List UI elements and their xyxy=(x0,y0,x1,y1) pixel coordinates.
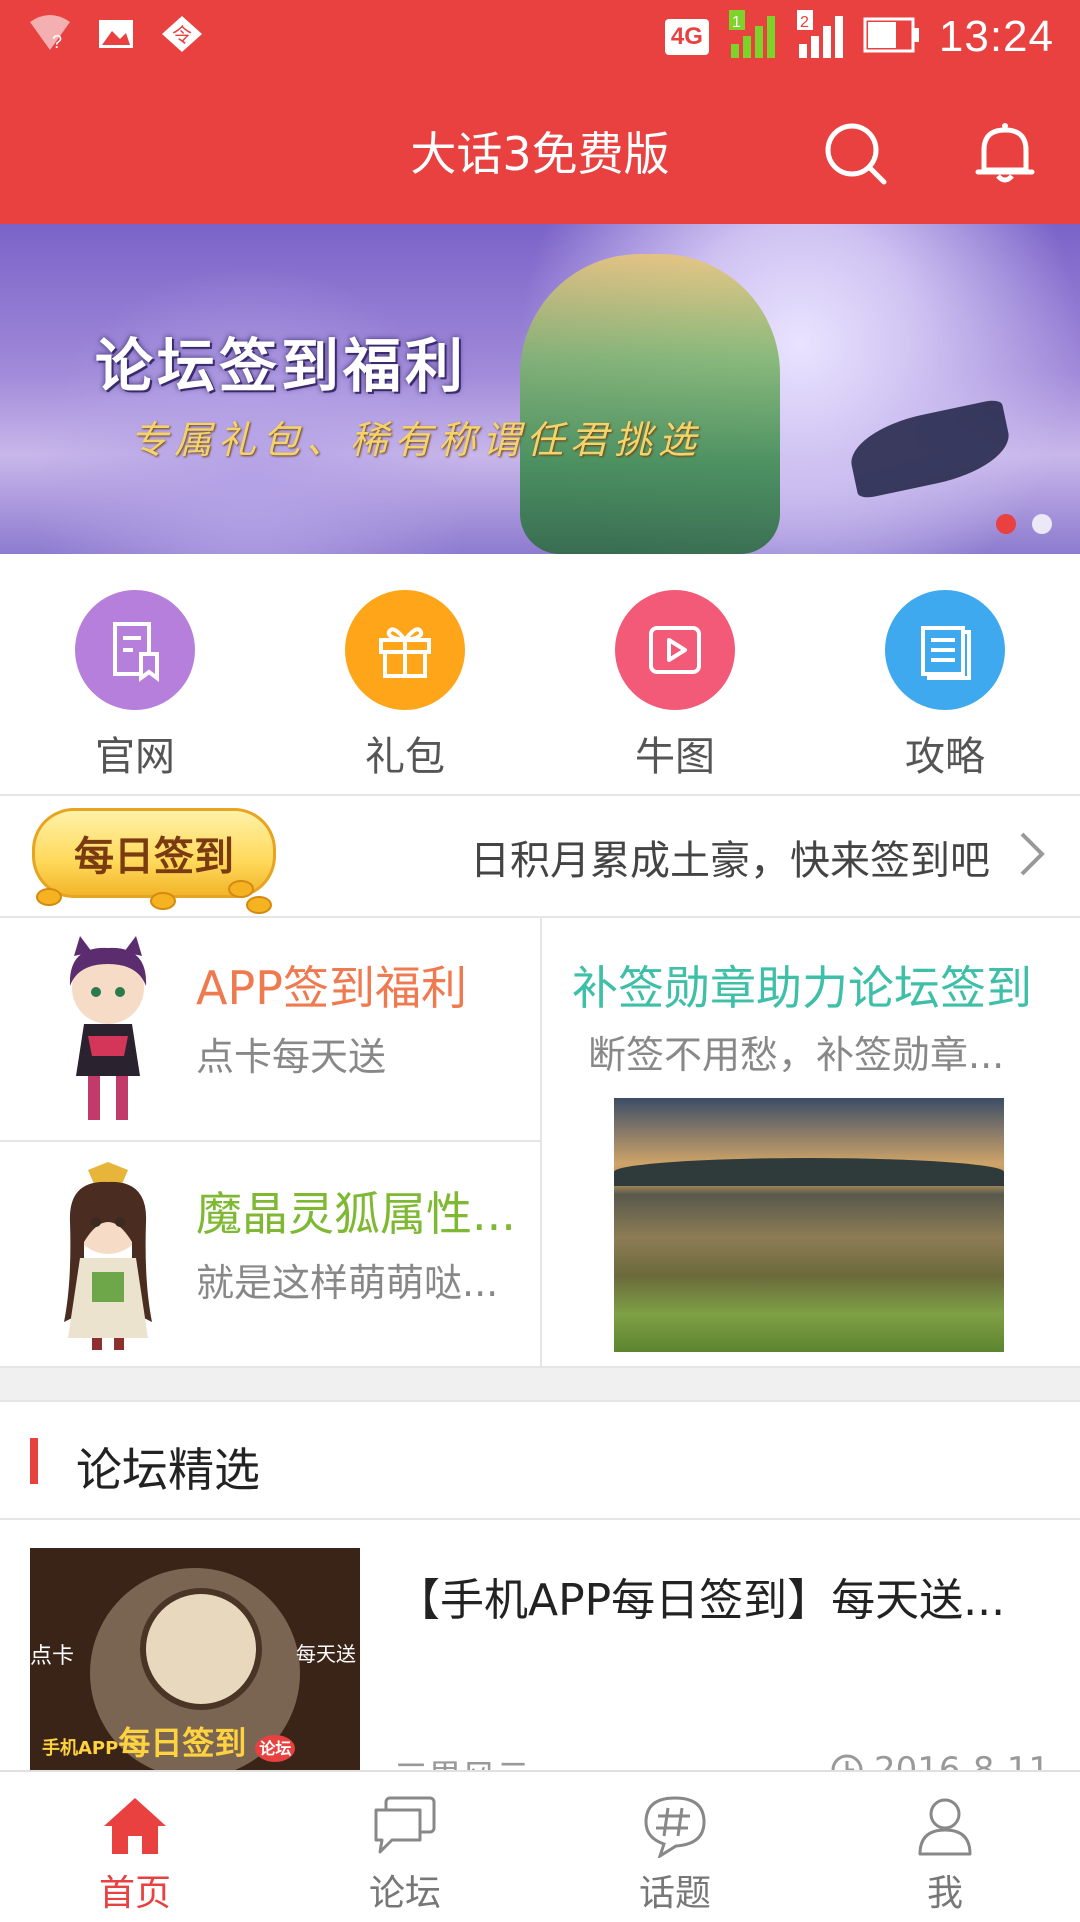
app-bar: 大话3免费版 xyxy=(0,78,1080,224)
clock-icon xyxy=(831,1754,863,1770)
search-button[interactable] xyxy=(820,118,890,188)
banner-bird-illustration xyxy=(844,398,1016,500)
daily-checkin-row[interactable]: 每日签到 日积月累成土豪，快来签到吧 xyxy=(0,796,1080,916)
thumb-badge: 论坛 xyxy=(255,1735,296,1762)
quick-link-gift[interactable]: 礼包 xyxy=(270,554,540,794)
tab-me[interactable]: 我 xyxy=(810,1772,1080,1922)
quick-link-images[interactable]: 牛图 xyxy=(540,554,810,794)
thumb-text-left: 点卡 xyxy=(30,1644,75,1669)
svg-text:2: 2 xyxy=(800,14,809,31)
signal-sim2-icon: 2 xyxy=(795,10,845,64)
banner-title: 论坛签到福利 xyxy=(95,332,468,400)
promo-title: APP签到福利 xyxy=(196,961,467,1015)
forum-icon xyxy=(374,1796,436,1854)
article-author: 三界风云 xyxy=(394,1750,530,1770)
promo-subtitle: 点卡每天送 xyxy=(196,1035,387,1079)
promo-title: 魔晶灵狐属性... xyxy=(196,1187,516,1241)
article-date: 2016-8-11 xyxy=(830,1750,1050,1770)
tab-label: 话题 xyxy=(638,1873,711,1914)
play-icon xyxy=(615,590,735,710)
home-icon xyxy=(104,1798,166,1854)
banner-subtitle: 专属礼包、稀有称谓任君挑选 xyxy=(130,418,703,462)
banner-dot-active[interactable] xyxy=(996,514,1016,534)
banner-pagination xyxy=(996,514,1052,534)
signal-sim1-icon: 1 xyxy=(727,10,777,64)
coin-icon xyxy=(246,896,272,914)
guide-icon xyxy=(885,590,1005,710)
promo-card-spirit-fox[interactable]: 魔晶灵狐属性... 就是这样萌萌哒... xyxy=(0,1144,540,1368)
quick-link-label: 礼包 xyxy=(365,734,445,780)
svg-text:?: ? xyxy=(52,32,62,52)
network-badge: 4G xyxy=(664,19,709,55)
quick-link-label: 牛图 xyxy=(635,734,715,780)
section-spacer xyxy=(0,1366,1080,1402)
promo-title: 补签勋章助力论坛签到 xyxy=(572,961,1032,1015)
thumb-caption-text: 每日签到 xyxy=(118,1724,247,1762)
tab-home[interactable]: 首页 xyxy=(0,1772,270,1922)
hashtag-icon xyxy=(644,1796,706,1858)
tab-label: 论坛 xyxy=(368,1873,441,1914)
svg-text:令: 令 xyxy=(172,23,192,47)
coin-icon xyxy=(150,892,176,910)
clock: 13:24 xyxy=(938,12,1054,61)
section-header: 论坛精选 xyxy=(0,1400,1080,1518)
promo-card-app-checkin[interactable]: APP签到福利 点卡每天送 xyxy=(0,918,540,1142)
promo-subtitle: 就是这样萌萌哒... xyxy=(196,1261,499,1305)
quick-links: 官网 礼包 牛图 攻略 xyxy=(0,554,1080,794)
chevron-right-icon xyxy=(1020,832,1045,876)
section-title: 论坛精选 xyxy=(76,1443,260,1497)
thumb-caption: 手机APP每日签到 论坛 xyxy=(42,1718,296,1764)
thumb-text-right: 每天送 xyxy=(296,1642,356,1666)
bottom-tab-bar: 首页 论坛 话题 我 xyxy=(0,1770,1080,1922)
lake-sunset-image xyxy=(614,1098,1004,1352)
bell-icon xyxy=(975,123,1035,183)
coin-icon xyxy=(228,880,254,898)
quick-link-label: 攻略 xyxy=(905,734,985,780)
daily-checkin-slogan: 日积月累成土豪，快来签到吧 xyxy=(470,838,990,884)
fox-spirit-avatar xyxy=(64,1162,152,1350)
tab-topics[interactable]: 话题 xyxy=(540,1772,810,1922)
notification-button[interactable] xyxy=(970,118,1040,188)
battery-icon xyxy=(863,16,921,58)
tab-label: 首页 xyxy=(98,1873,171,1914)
app-title: 大话3免费版 xyxy=(410,127,670,181)
promo-banner[interactable]: 论坛签到福利 专属礼包、稀有称谓任君挑选 xyxy=(0,224,1080,554)
status-bar: ? 令 4G 1 2 13:24 xyxy=(0,0,1080,78)
article-date-text: 2016-8-11 xyxy=(874,1750,1050,1770)
article-thumbnail: 点卡 每天送 手机APP每日签到 论坛 xyxy=(30,1548,360,1770)
wifi-icon: ? xyxy=(28,14,72,58)
promo-card-makeup-medal[interactable]: 补签勋章助力论坛签到 断签不用愁，补签勋章... xyxy=(542,918,1080,1366)
app-notification-icon: 令 xyxy=(160,14,204,58)
coin-icon xyxy=(36,888,62,906)
article-title: 【手机APP每日签到】每天送... xyxy=(396,1575,1006,1626)
fox-girl-avatar xyxy=(69,936,147,1120)
thumb-caption-prefix: 手机APP xyxy=(42,1738,119,1759)
gift-icon xyxy=(345,590,465,710)
quick-link-label: 官网 xyxy=(95,734,175,780)
quick-link-official-site[interactable]: 官网 xyxy=(0,554,270,794)
image-icon xyxy=(98,19,134,53)
section-accent-bar xyxy=(30,1438,38,1484)
lake-hill xyxy=(614,1158,1004,1186)
search-icon xyxy=(825,123,887,185)
person-icon xyxy=(918,1798,972,1856)
promo-subtitle: 断签不用愁，补签勋章... xyxy=(588,1033,1005,1077)
banner-illustration xyxy=(520,254,780,554)
quick-link-guide[interactable]: 攻略 xyxy=(810,554,1080,794)
tab-forum[interactable]: 论坛 xyxy=(270,1772,540,1922)
article-item[interactable]: 点卡 每天送 手机APP每日签到 论坛 【手机APP每日签到】每天送... 三界… xyxy=(0,1520,1080,1770)
raccoon-illustration xyxy=(140,1588,262,1710)
svg-text:1: 1 xyxy=(732,14,741,31)
document-icon xyxy=(75,590,195,710)
tab-label: 我 xyxy=(926,1873,963,1914)
banner-dot[interactable] xyxy=(1032,514,1052,534)
